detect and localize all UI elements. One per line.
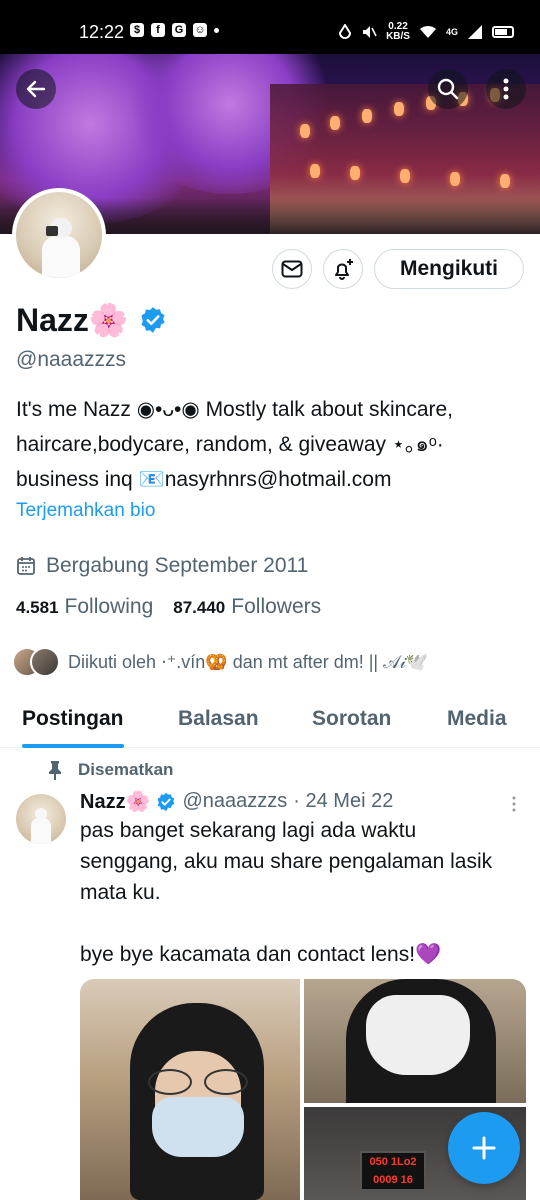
banner-lantern: [400, 169, 410, 183]
tweet-author-name[interactable]: Nazz🌸: [80, 789, 150, 814]
following-link[interactable]: 4.581 Following: [16, 595, 153, 619]
queue-board-bottom: 0009 16: [373, 1174, 413, 1186]
followed-by-text: Diikuti oleh ⋅⁺.vín🥨 dan mt after dm! ||…: [68, 651, 429, 672]
joined-date: Bergabung September 2011: [16, 554, 308, 578]
verified-badge-icon[interactable]: [139, 306, 167, 334]
notification-icons: $ f G ☺: [130, 23, 219, 37]
profile-handle: @naaazzzs: [16, 348, 127, 371]
back-button[interactable]: [16, 69, 56, 109]
wifi-icon: [419, 25, 436, 38]
tab-media[interactable]: Media: [447, 694, 507, 748]
network-type: 4G: [445, 27, 458, 37]
mute-icon: [363, 26, 377, 38]
more-vertical-icon: [503, 78, 509, 100]
verified-badge-icon: [158, 792, 175, 811]
banner-lantern: [330, 116, 340, 130]
photo-glasses: [148, 1069, 248, 1095]
calendar-icon: [17, 557, 35, 575]
joined-text: Bergabung September 2011: [46, 554, 309, 577]
status-right: 0.22 KB/S 4G: [338, 22, 514, 42]
followers-label: Followers: [231, 595, 322, 618]
follow-stats: 4.581 Following 87.440 Followers: [16, 595, 321, 619]
tweet-author-name-text: Nazz: [80, 791, 126, 813]
pinned-label: Disematkan: [78, 760, 174, 779]
avatar-phone: [46, 226, 58, 236]
banner-lantern: [350, 166, 360, 180]
compose-button[interactable]: [448, 1112, 520, 1184]
status-bar: 12:22 $ f G ☺ 0.22 KB/S 4G: [0, 0, 540, 54]
following-label: Following: [64, 595, 154, 618]
tweet-date[interactable]: · 24 Mei 22: [293, 790, 393, 813]
bell-plus-icon: [335, 259, 353, 280]
profile-avatar[interactable]: [12, 188, 106, 282]
profile-name-text: Nazz: [16, 302, 89, 338]
tweet-photo[interactable]: [304, 979, 526, 1103]
photo-mask: [366, 995, 470, 1075]
mutual-avatar: [30, 647, 60, 677]
arrow-left-icon: [26, 80, 46, 98]
queue-board-top: 050 1Lo2: [369, 1156, 417, 1168]
envelope-icon: [281, 260, 303, 278]
tweet-header: Nazz🌸 @naaazzzs · 24 Mei 22: [80, 789, 393, 814]
data-saver-icon: [339, 24, 352, 39]
banner-lantern: [394, 102, 404, 116]
avatar-figure-body: [31, 818, 51, 844]
followers-link[interactable]: 87.440 Followers: [173, 595, 321, 619]
banner-lantern: [450, 172, 460, 186]
shop-notification-icon: $: [130, 23, 144, 37]
more-options-button[interactable]: [486, 69, 526, 109]
followers-count: 87.440: [173, 598, 226, 617]
tweet-author-avatar[interactable]: [16, 794, 66, 844]
following-count: 4.581: [16, 598, 59, 617]
mutual-avatars: [12, 647, 60, 677]
pin-icon: [49, 761, 61, 780]
tab-replies[interactable]: Balasan: [178, 694, 259, 748]
banner-lantern: [310, 164, 320, 178]
following-button[interactable]: Mengikuti: [374, 249, 524, 289]
search-button[interactable]: [428, 69, 468, 109]
photo-queue-board: 050 1Lo2 0009 16: [360, 1151, 426, 1191]
pinned-indicator: Disematkan: [46, 760, 173, 780]
avatar-figure-head: [35, 808, 47, 820]
message-button[interactable]: [272, 249, 312, 289]
photo-mask: [152, 1097, 244, 1157]
profile-bio: It's me Nazz ◉•ᴗ•◉ Mostly talk about ski…: [16, 392, 526, 497]
network-speed: 0.22 KB/S: [386, 22, 410, 42]
avatar-figure-body: [42, 236, 80, 278]
bio-line: business inq 📧nasyrhnrs@hotmail.com: [16, 468, 392, 491]
notify-button[interactable]: [323, 249, 363, 289]
bio-line: It's me Nazz ◉•ᴗ•◉ Mostly talk about ski…: [16, 398, 454, 421]
banner-lantern: [362, 109, 372, 123]
tweet-author-handle[interactable]: @naaazzzs: [182, 790, 287, 813]
battery-icon: [492, 26, 514, 38]
banner-lantern: [500, 174, 510, 188]
banner-lantern: [300, 124, 310, 138]
followed-by-row[interactable]: Diikuti oleh ⋅⁺.vín🥨 dan mt after dm! ||…: [12, 647, 428, 677]
more-notifications-dot: [214, 27, 219, 33]
status-time: 12:22: [79, 22, 125, 42]
translate-bio-link[interactable]: Terjemahkan bio: [16, 500, 155, 522]
tweet-text: pas banget sekarang lagi ada waktu sengg…: [80, 819, 493, 966]
tweet-author-emoji: 🌸: [125, 791, 151, 813]
search-icon: [437, 78, 459, 100]
profile-tabs: Postingan Balasan Sorotan Media: [0, 694, 540, 748]
tab-highlights[interactable]: Sorotan: [312, 694, 391, 748]
tweet-more-icon[interactable]: [506, 794, 522, 814]
facebook-notification-icon: f: [151, 23, 165, 37]
google-notification-icon: G: [172, 23, 186, 37]
network-speed-unit: KB/S: [386, 31, 410, 42]
signal-icon: [468, 25, 482, 39]
snapchat-notification-icon: ☺: [193, 23, 207, 37]
tweet-photo[interactable]: [80, 979, 300, 1200]
profile-name-emoji: 🌸: [88, 302, 129, 338]
plus-icon: [472, 1136, 496, 1160]
profile-name: Nazz🌸: [16, 301, 167, 339]
bio-line: haircare,bodycare, random, & giveaway ⋆｡…: [16, 433, 444, 456]
tab-posts[interactable]: Postingan: [22, 694, 124, 748]
